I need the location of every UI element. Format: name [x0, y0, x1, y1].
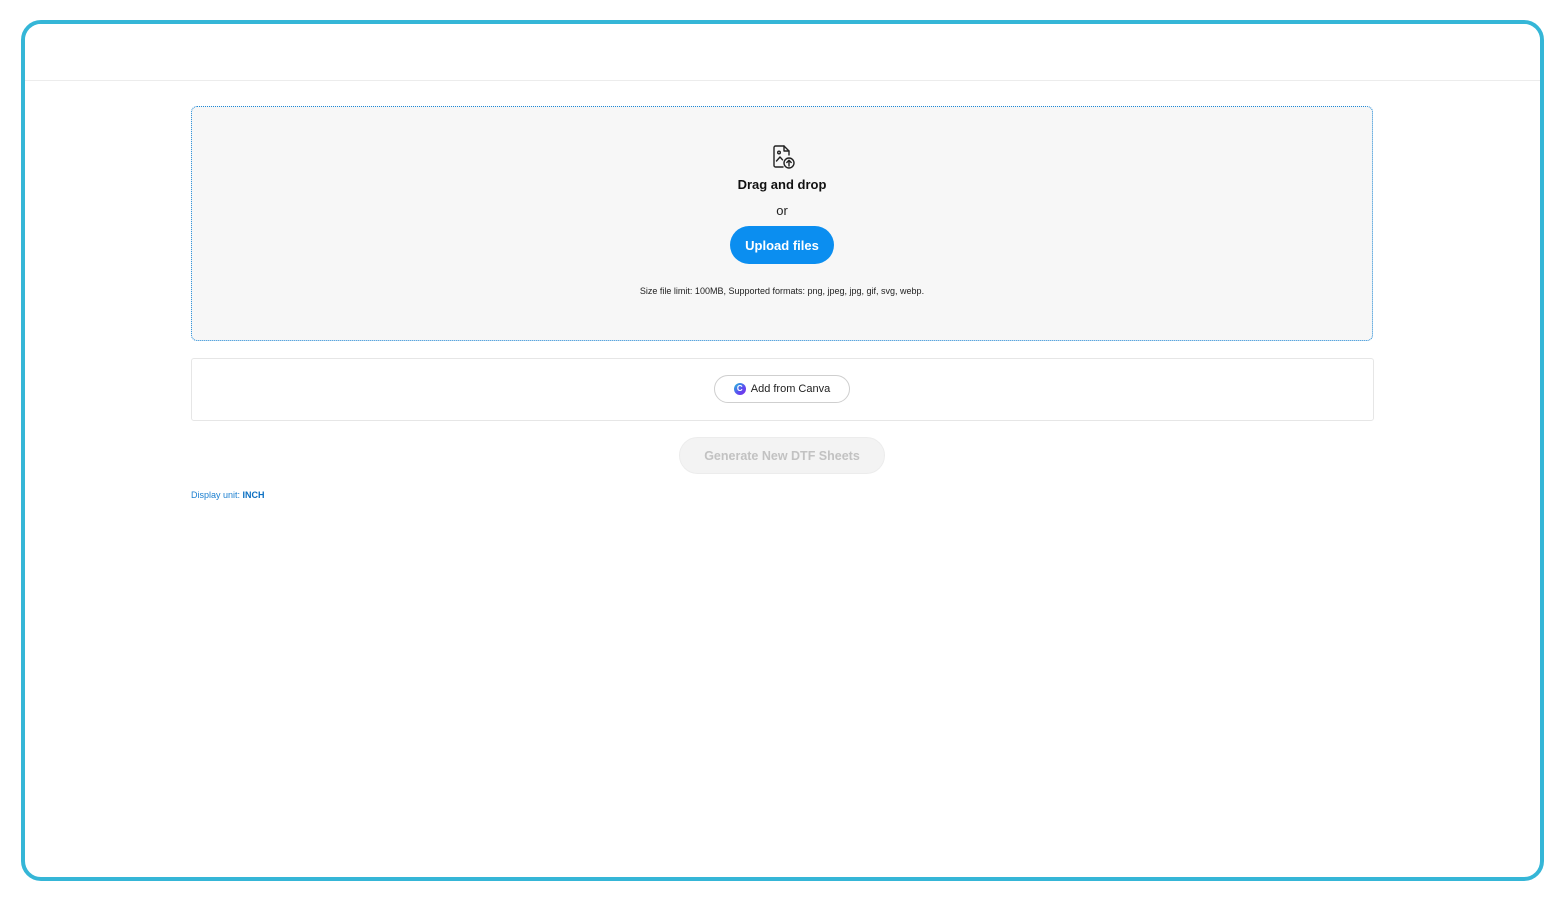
- display-unit: Display unit: INCH: [191, 490, 265, 500]
- dropzone-title: Drag and drop: [737, 177, 827, 192]
- app-frame: Drag and drop or Upload files Size file …: [21, 20, 1544, 881]
- canva-logo-icon: C: [733, 383, 746, 395]
- upload-files-button[interactable]: Upload files: [730, 226, 834, 264]
- file-limit-text: Size file limit: 100MB, Supported format…: [639, 286, 925, 296]
- display-unit-label: Display unit:: [191, 490, 241, 500]
- canva-panel: C Add from Canva: [191, 358, 1374, 421]
- add-from-canva-label: Add from Canva: [750, 383, 831, 395]
- add-from-canva-button[interactable]: C Add from Canva: [714, 375, 850, 403]
- display-unit-value[interactable]: INCH: [243, 490, 265, 500]
- image-upload-icon: [773, 145, 795, 169]
- dropzone-or-text: or: [776, 203, 788, 218]
- generate-dtf-sheets-button[interactable]: Generate New DTF Sheets: [679, 437, 885, 474]
- top-bar: [25, 24, 1540, 81]
- upload-dropzone[interactable]: Drag and drop or Upload files Size file …: [191, 106, 1373, 341]
